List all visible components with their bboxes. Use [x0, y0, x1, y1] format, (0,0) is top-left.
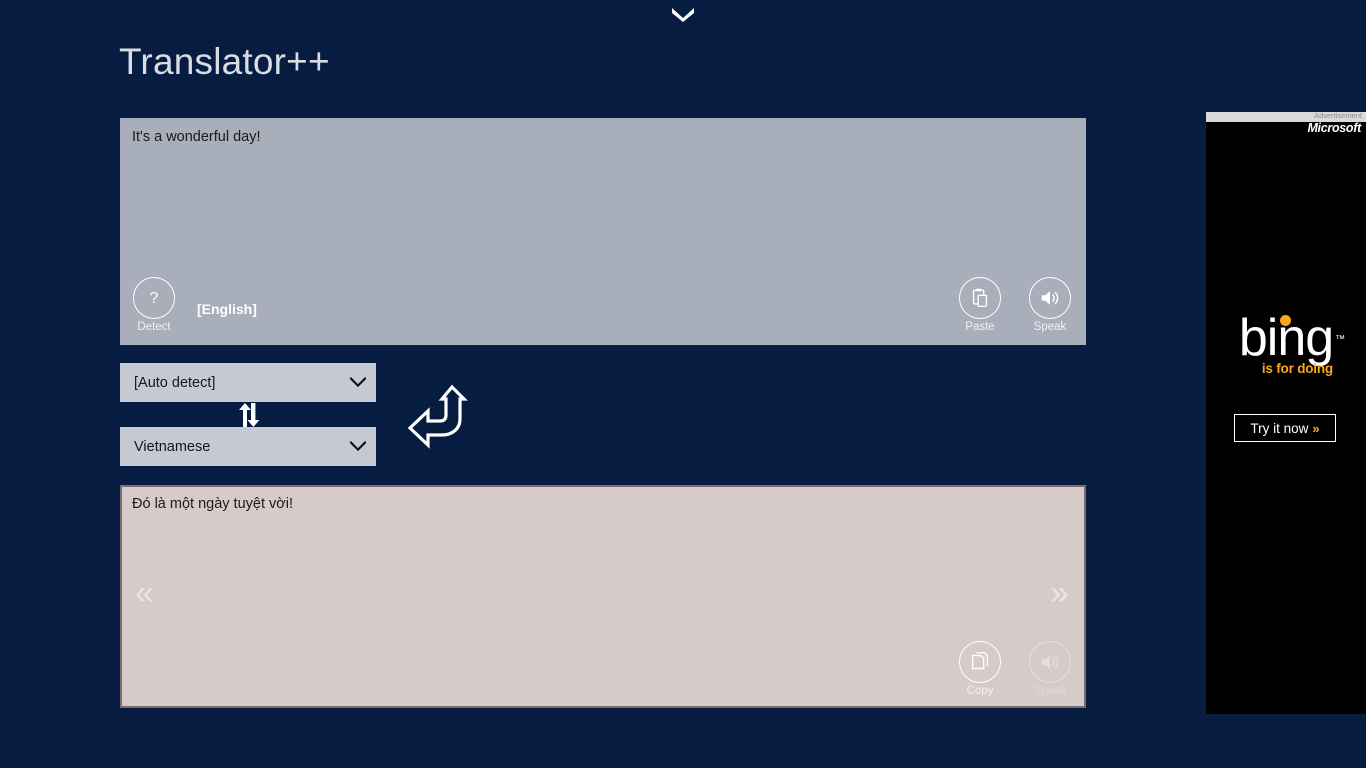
speak-source-button[interactable]: Speak	[1029, 277, 1071, 335]
next-translation-button[interactable]: »	[1050, 576, 1069, 610]
source-text-panel[interactable]: It's a wonderful day!	[120, 118, 1086, 345]
advertisement-label: Advertisement	[1314, 111, 1362, 120]
copy-button-label: Copy	[966, 685, 994, 697]
detected-language-badge: [English]	[197, 301, 257, 317]
previous-translation-button[interactable]: «	[135, 576, 154, 610]
microsoft-logo: Microsoft	[1307, 121, 1361, 135]
translated-text: Đó là một ngày tuyệt vời!	[132, 496, 294, 512]
target-text-panel[interactable]: Đó là một ngày tuyệt vời!	[120, 485, 1086, 708]
target-language-value: Vietnamese	[134, 438, 211, 455]
source-text-input[interactable]: It's a wonderful day!	[132, 128, 1074, 147]
paste-button[interactable]: Paste	[959, 277, 1001, 335]
copy-button[interactable]: Copy	[959, 641, 1001, 699]
advertisement-panel[interactable]: Advertisement Microsoft bing ™ is for do…	[1206, 111, 1366, 714]
source-language-select[interactable]: [Auto detect]	[120, 363, 376, 402]
try-it-now-label: Try it now	[1250, 420, 1309, 436]
swap-languages-button[interactable]	[234, 402, 264, 428]
source-language-value: [Auto detect]	[134, 374, 216, 391]
copy-icon	[959, 641, 1001, 683]
clipboard-icon	[959, 277, 1001, 319]
detect-button[interactable]: ? Detect	[133, 277, 175, 335]
question-mark-icon: ?	[133, 277, 175, 319]
bing-logo-block: bing ™ is for doing	[1206, 312, 1366, 376]
chevron-down-icon	[350, 377, 366, 388]
speak-source-button-label: Speak	[1033, 321, 1067, 333]
speaker-icon	[1029, 641, 1071, 683]
speaker-icon	[1029, 277, 1071, 319]
translate-curved-arrow-icon[interactable]	[407, 383, 470, 455]
speak-target-button-label: Speak	[1033, 685, 1067, 697]
try-it-now-button[interactable]: Try it now »	[1234, 414, 1336, 442]
speak-target-button: Speak	[1029, 641, 1071, 699]
paste-button-label: Paste	[965, 321, 995, 333]
detect-button-label: Detect	[137, 321, 171, 333]
target-language-select[interactable]: Vietnamese	[120, 427, 376, 466]
app-bar-chevron-down-icon[interactable]	[0, 4, 1366, 26]
svg-text:?: ?	[150, 290, 159, 307]
chevron-down-icon	[350, 441, 366, 452]
translator-app-window: Translator++ It's a wonderful day! ? Det…	[0, 0, 1366, 768]
double-chevron-right-icon: »	[1312, 420, 1320, 436]
bing-logo-dot	[1279, 315, 1291, 326]
bing-tagline: is for doing	[1261, 361, 1333, 376]
trademark-symbol: ™	[1335, 334, 1345, 345]
bing-logo: bing ™ is for doing	[1239, 312, 1345, 376]
page-title: Translator++	[119, 41, 330, 82]
